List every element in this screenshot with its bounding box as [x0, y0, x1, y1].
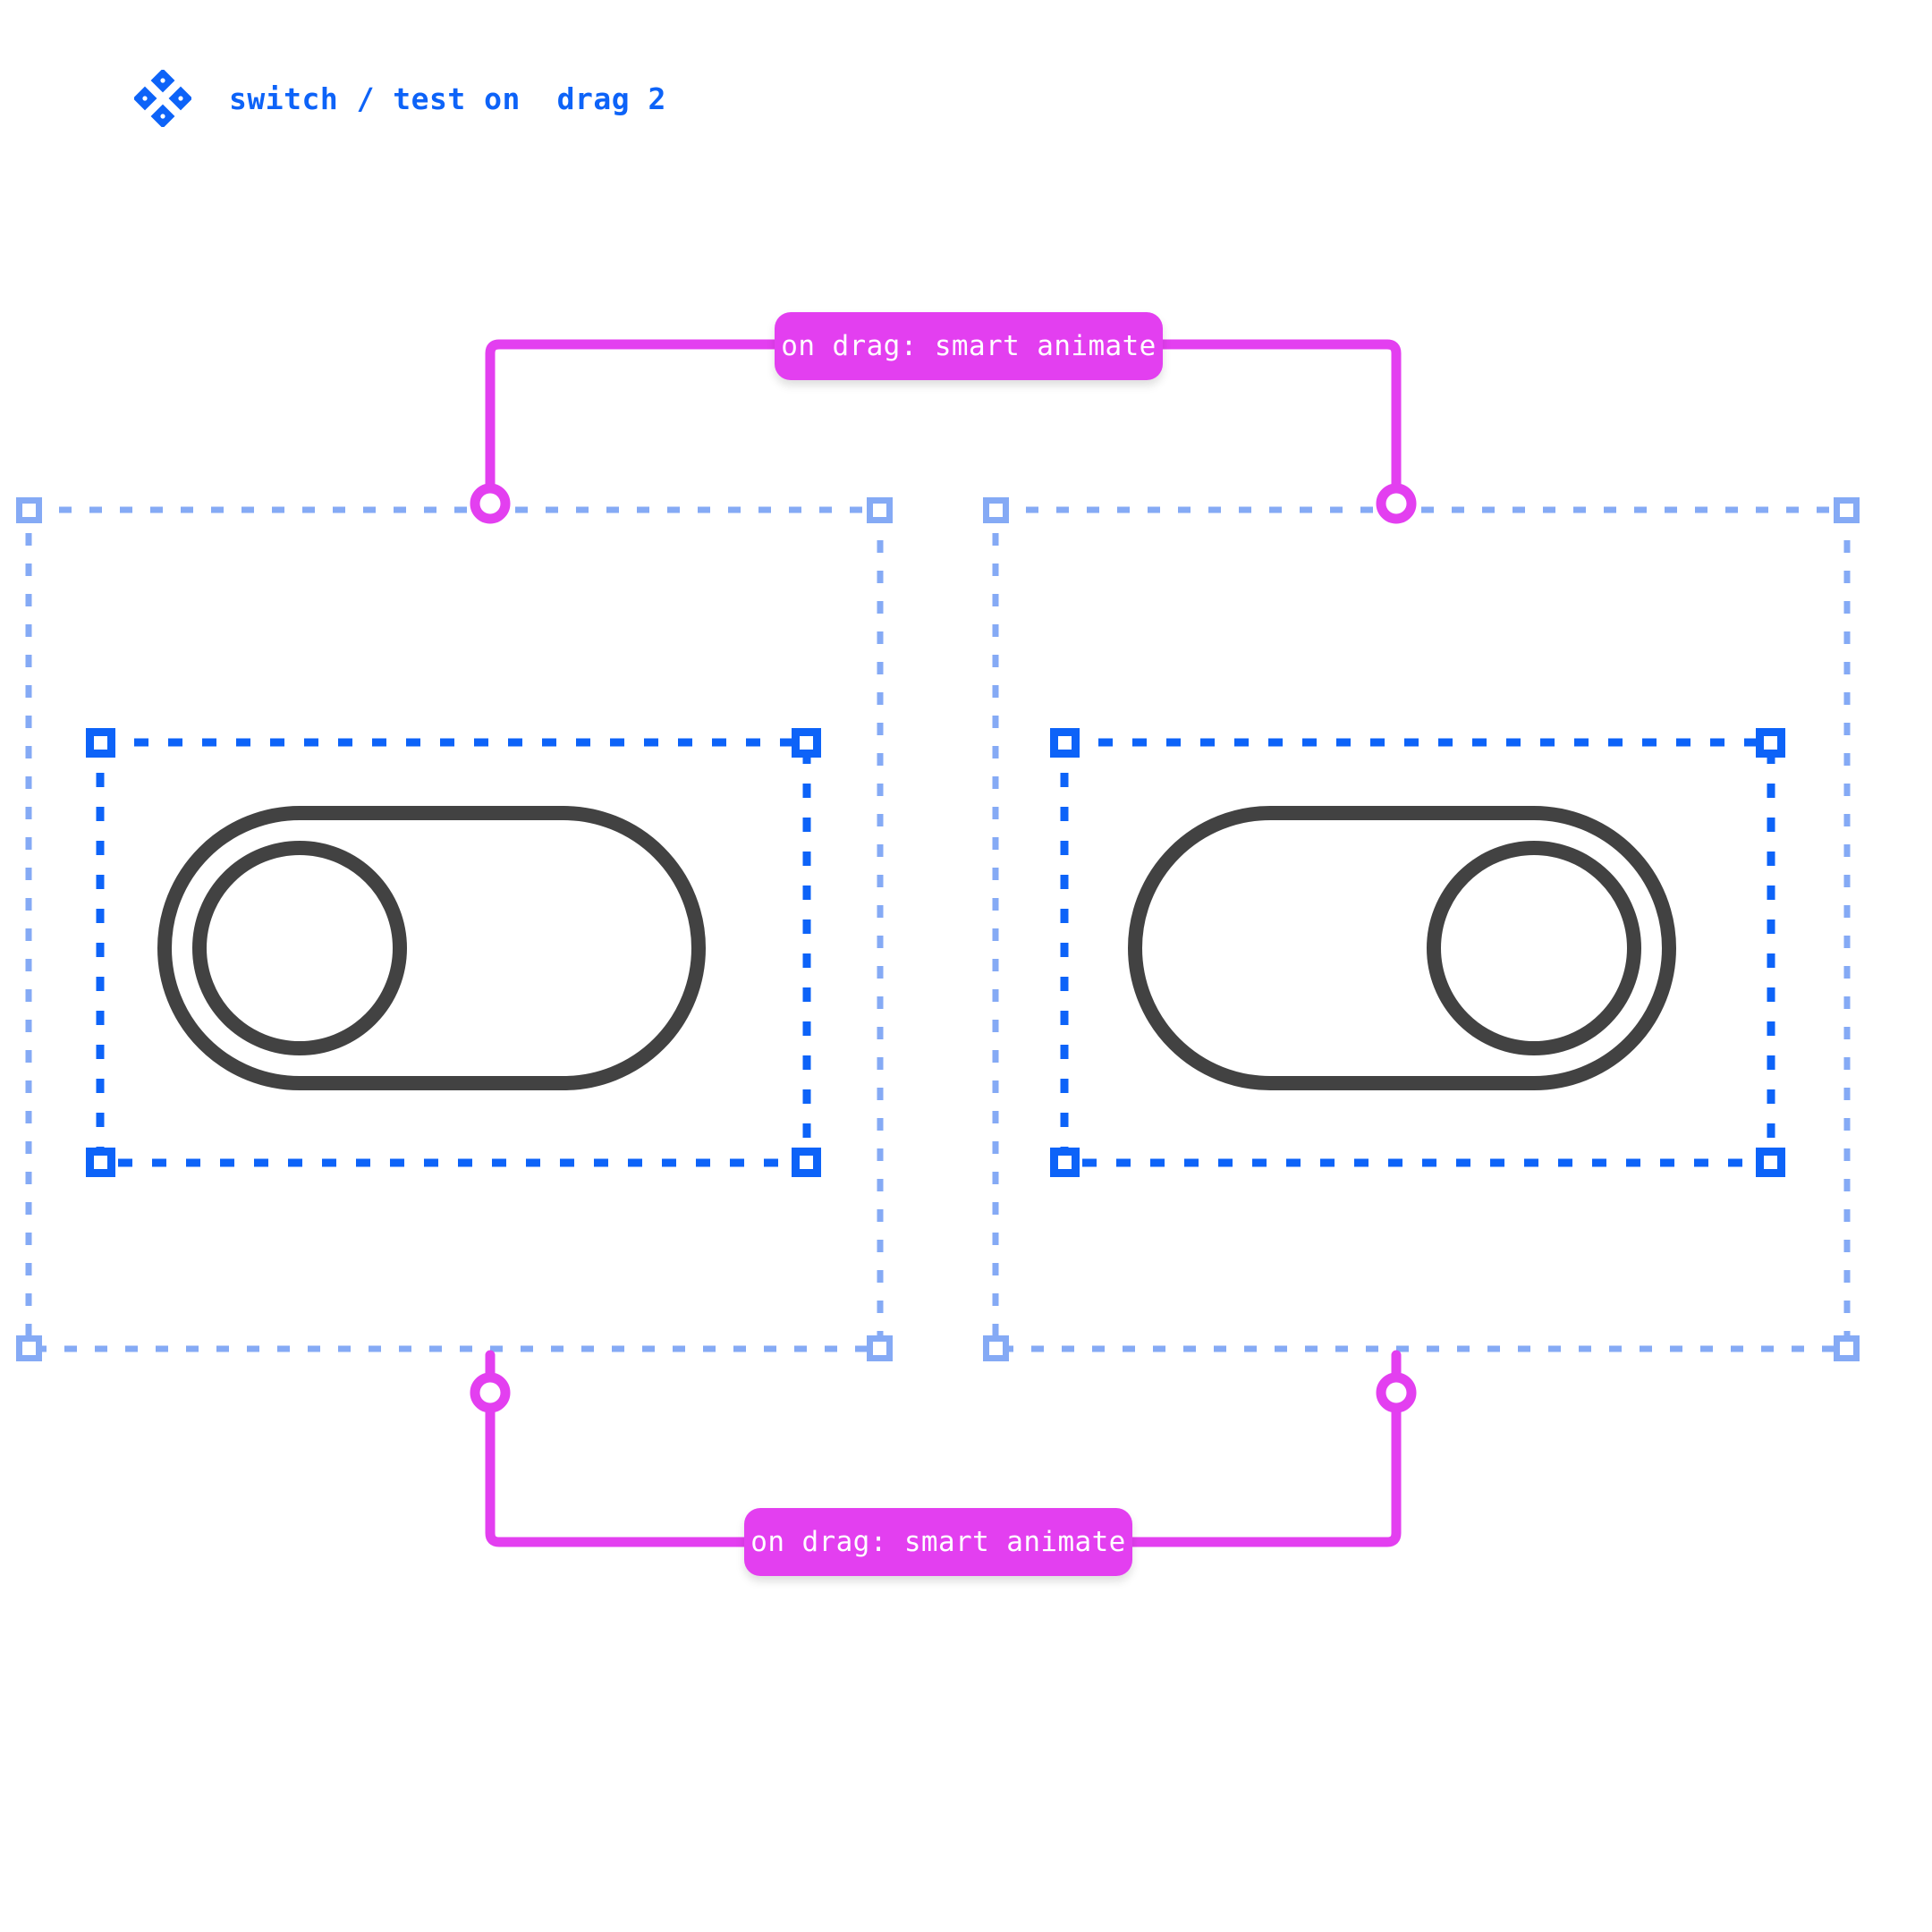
handle-bottom-right[interactable]	[1834, 1335, 1860, 1361]
top-interaction-badge-label: on drag: smart animate	[781, 329, 1157, 362]
handle-top-left-inner	[22, 504, 36, 517]
handle-bottom-right-inner	[873, 1342, 886, 1355]
handle-top-left[interactable]	[86, 728, 115, 758]
handle-top-right-inner	[873, 504, 886, 517]
diamond-cluster-icon	[134, 70, 191, 127]
handle-top-right-inner	[800, 736, 813, 750]
handle-top-right[interactable]	[867, 497, 893, 523]
handle-top-right[interactable]	[1834, 497, 1860, 523]
switch-knob[interactable]	[1427, 841, 1641, 1055]
top-connector-endpoint-left[interactable]	[470, 483, 511, 524]
handle-top-right-inner	[1840, 504, 1853, 517]
handle-bottom-left[interactable]	[1050, 1148, 1080, 1177]
bottom-connector-right-leg	[1127, 1350, 1402, 1547]
handle-bottom-right[interactable]	[1756, 1148, 1785, 1177]
switch-on-graphic[interactable]	[1123, 801, 1682, 1096]
switch-off-graphic[interactable]	[152, 801, 711, 1096]
switch-track	[157, 806, 706, 1090]
handle-bottom-right-inner	[1840, 1342, 1853, 1355]
handle-top-right[interactable]	[792, 728, 821, 758]
handle-bottom-left[interactable]	[86, 1148, 115, 1177]
handle-top-left-inner	[989, 504, 1003, 517]
switch-knob[interactable]	[192, 841, 407, 1055]
handle-top-right[interactable]	[1756, 728, 1785, 758]
handle-top-left[interactable]	[1050, 728, 1080, 758]
handle-bottom-right-inner	[800, 1156, 813, 1169]
handle-top-left[interactable]	[983, 497, 1009, 523]
canvas-stage: switch / test on drag 2 on drag: smart a…	[0, 0, 1932, 1932]
bottom-interaction-badge[interactable]: on drag: smart animate	[744, 1508, 1132, 1576]
handle-bottom-left-inner	[989, 1342, 1003, 1355]
bottom-connector-endpoint-right[interactable]	[1376, 1372, 1417, 1413]
handle-bottom-left-inner	[1058, 1156, 1072, 1169]
handle-bottom-right[interactable]	[867, 1335, 893, 1361]
bottom-connector-left-leg	[485, 1350, 750, 1547]
top-interaction-badge[interactable]: on drag: smart animate	[775, 312, 1163, 380]
bottom-connector-endpoint-left[interactable]	[470, 1372, 511, 1413]
handle-bottom-right[interactable]	[792, 1148, 821, 1177]
top-connector-left-leg	[485, 339, 780, 515]
handle-top-left[interactable]	[16, 497, 42, 523]
handle-top-left-inner	[94, 736, 107, 750]
top-connector-right-leg	[1157, 339, 1402, 515]
handle-top-left-inner	[1058, 736, 1072, 750]
handle-bottom-left-inner	[94, 1156, 107, 1169]
handle-bottom-right-inner	[1764, 1156, 1777, 1169]
handle-bottom-left[interactable]	[983, 1335, 1009, 1361]
handle-bottom-left-inner	[22, 1342, 36, 1355]
handle-bottom-left[interactable]	[16, 1335, 42, 1361]
page-title: switch / test on drag 2	[229, 80, 666, 116]
top-connector-endpoint-right[interactable]	[1376, 483, 1417, 524]
switch-track	[1128, 806, 1676, 1090]
bottom-interaction-badge-label: on drag: smart animate	[750, 1525, 1126, 1558]
page-header: switch / test on drag 2	[134, 70, 666, 127]
handle-top-right-inner	[1764, 736, 1777, 750]
